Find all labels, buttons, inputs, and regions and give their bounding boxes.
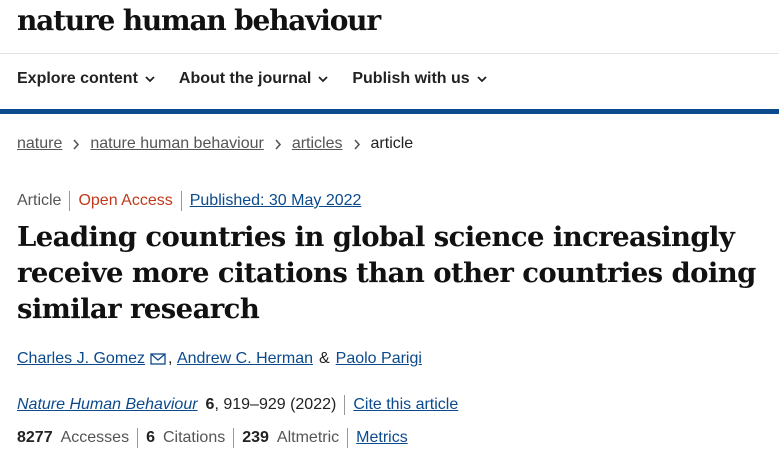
mail-icon[interactable] (150, 353, 166, 365)
meta-divider (69, 191, 71, 211)
chevron-down-icon (145, 76, 155, 83)
breadcrumb-journal[interactable]: nature human behaviour (90, 135, 263, 153)
author-link[interactable]: Andrew C. Herman (177, 350, 313, 368)
nav-accent-bar (0, 109, 779, 114)
altmetric-score: 239 (242, 429, 269, 446)
meta-divider (180, 191, 182, 211)
cite-this-article-link[interactable]: Cite this article (353, 396, 458, 414)
author-joiner: & (318, 350, 330, 367)
article-type: Article (17, 192, 62, 209)
citations-count: 6 (146, 429, 155, 446)
chevron-down-icon (318, 76, 328, 83)
author-link[interactable]: Paolo Parigi (336, 350, 422, 368)
journal-name-link[interactable]: Nature Human Behaviour (17, 396, 198, 414)
chevron-right-icon (275, 138, 281, 150)
metrics-link[interactable]: Metrics (356, 429, 408, 447)
published-date-link[interactable]: Published: 30 May 2022 (190, 192, 362, 210)
article-title: Leading countries in global science incr… (17, 221, 756, 325)
chevron-down-icon (477, 76, 487, 83)
meta-divider (347, 428, 349, 448)
journal-citation: Nature Human Behaviour 6 , 919–929 (2022… (17, 395, 458, 415)
main-nav: Explore content About the journal Publis… (17, 70, 487, 88)
altmetric-label: Altmetric (276, 429, 340, 446)
chevron-right-icon (73, 138, 80, 150)
author-link[interactable]: Charles J. Gomez (17, 350, 145, 368)
nav-about-the-journal[interactable]: About the journal (179, 70, 328, 88)
meta-divider (344, 395, 346, 415)
author-separator: , (168, 350, 177, 367)
site-logo[interactable]: nature human behaviour (17, 4, 381, 37)
journal-pages-year: , 919–929 (2022) (214, 396, 337, 413)
header-divider (0, 53, 779, 54)
breadcrumb-articles[interactable]: articles (292, 135, 343, 153)
meta-divider (137, 428, 139, 448)
meta-divider (233, 428, 235, 448)
open-access-badge: Open Access (78, 192, 173, 209)
accesses-label: Accesses (60, 429, 130, 446)
author-list: Charles J. Gomez , Andrew C. Herman & Pa… (17, 350, 422, 368)
journal-volume: 6 (205, 396, 215, 413)
breadcrumb: nature nature human behaviour articles a… (17, 135, 413, 153)
breadcrumb-nature[interactable]: nature (17, 135, 62, 153)
article-metrics: 8277 Accesses 6 Citations 239 Altmetric … (17, 428, 408, 448)
chevron-right-icon (353, 138, 360, 150)
breadcrumb-current: article (370, 135, 414, 152)
nav-item-label: About the journal (178, 70, 312, 87)
nav-item-label: Publish with us (352, 70, 470, 87)
article-meta: Article Open Access Published: 30 May 20… (17, 191, 361, 211)
nav-explore-content[interactable]: Explore content (17, 70, 155, 88)
nav-publish-with-us[interactable]: Publish with us (352, 70, 487, 88)
nav-item-label: Explore content (17, 70, 138, 87)
accesses-count: 8277 (17, 429, 53, 446)
citations-label: Citations (162, 429, 226, 446)
